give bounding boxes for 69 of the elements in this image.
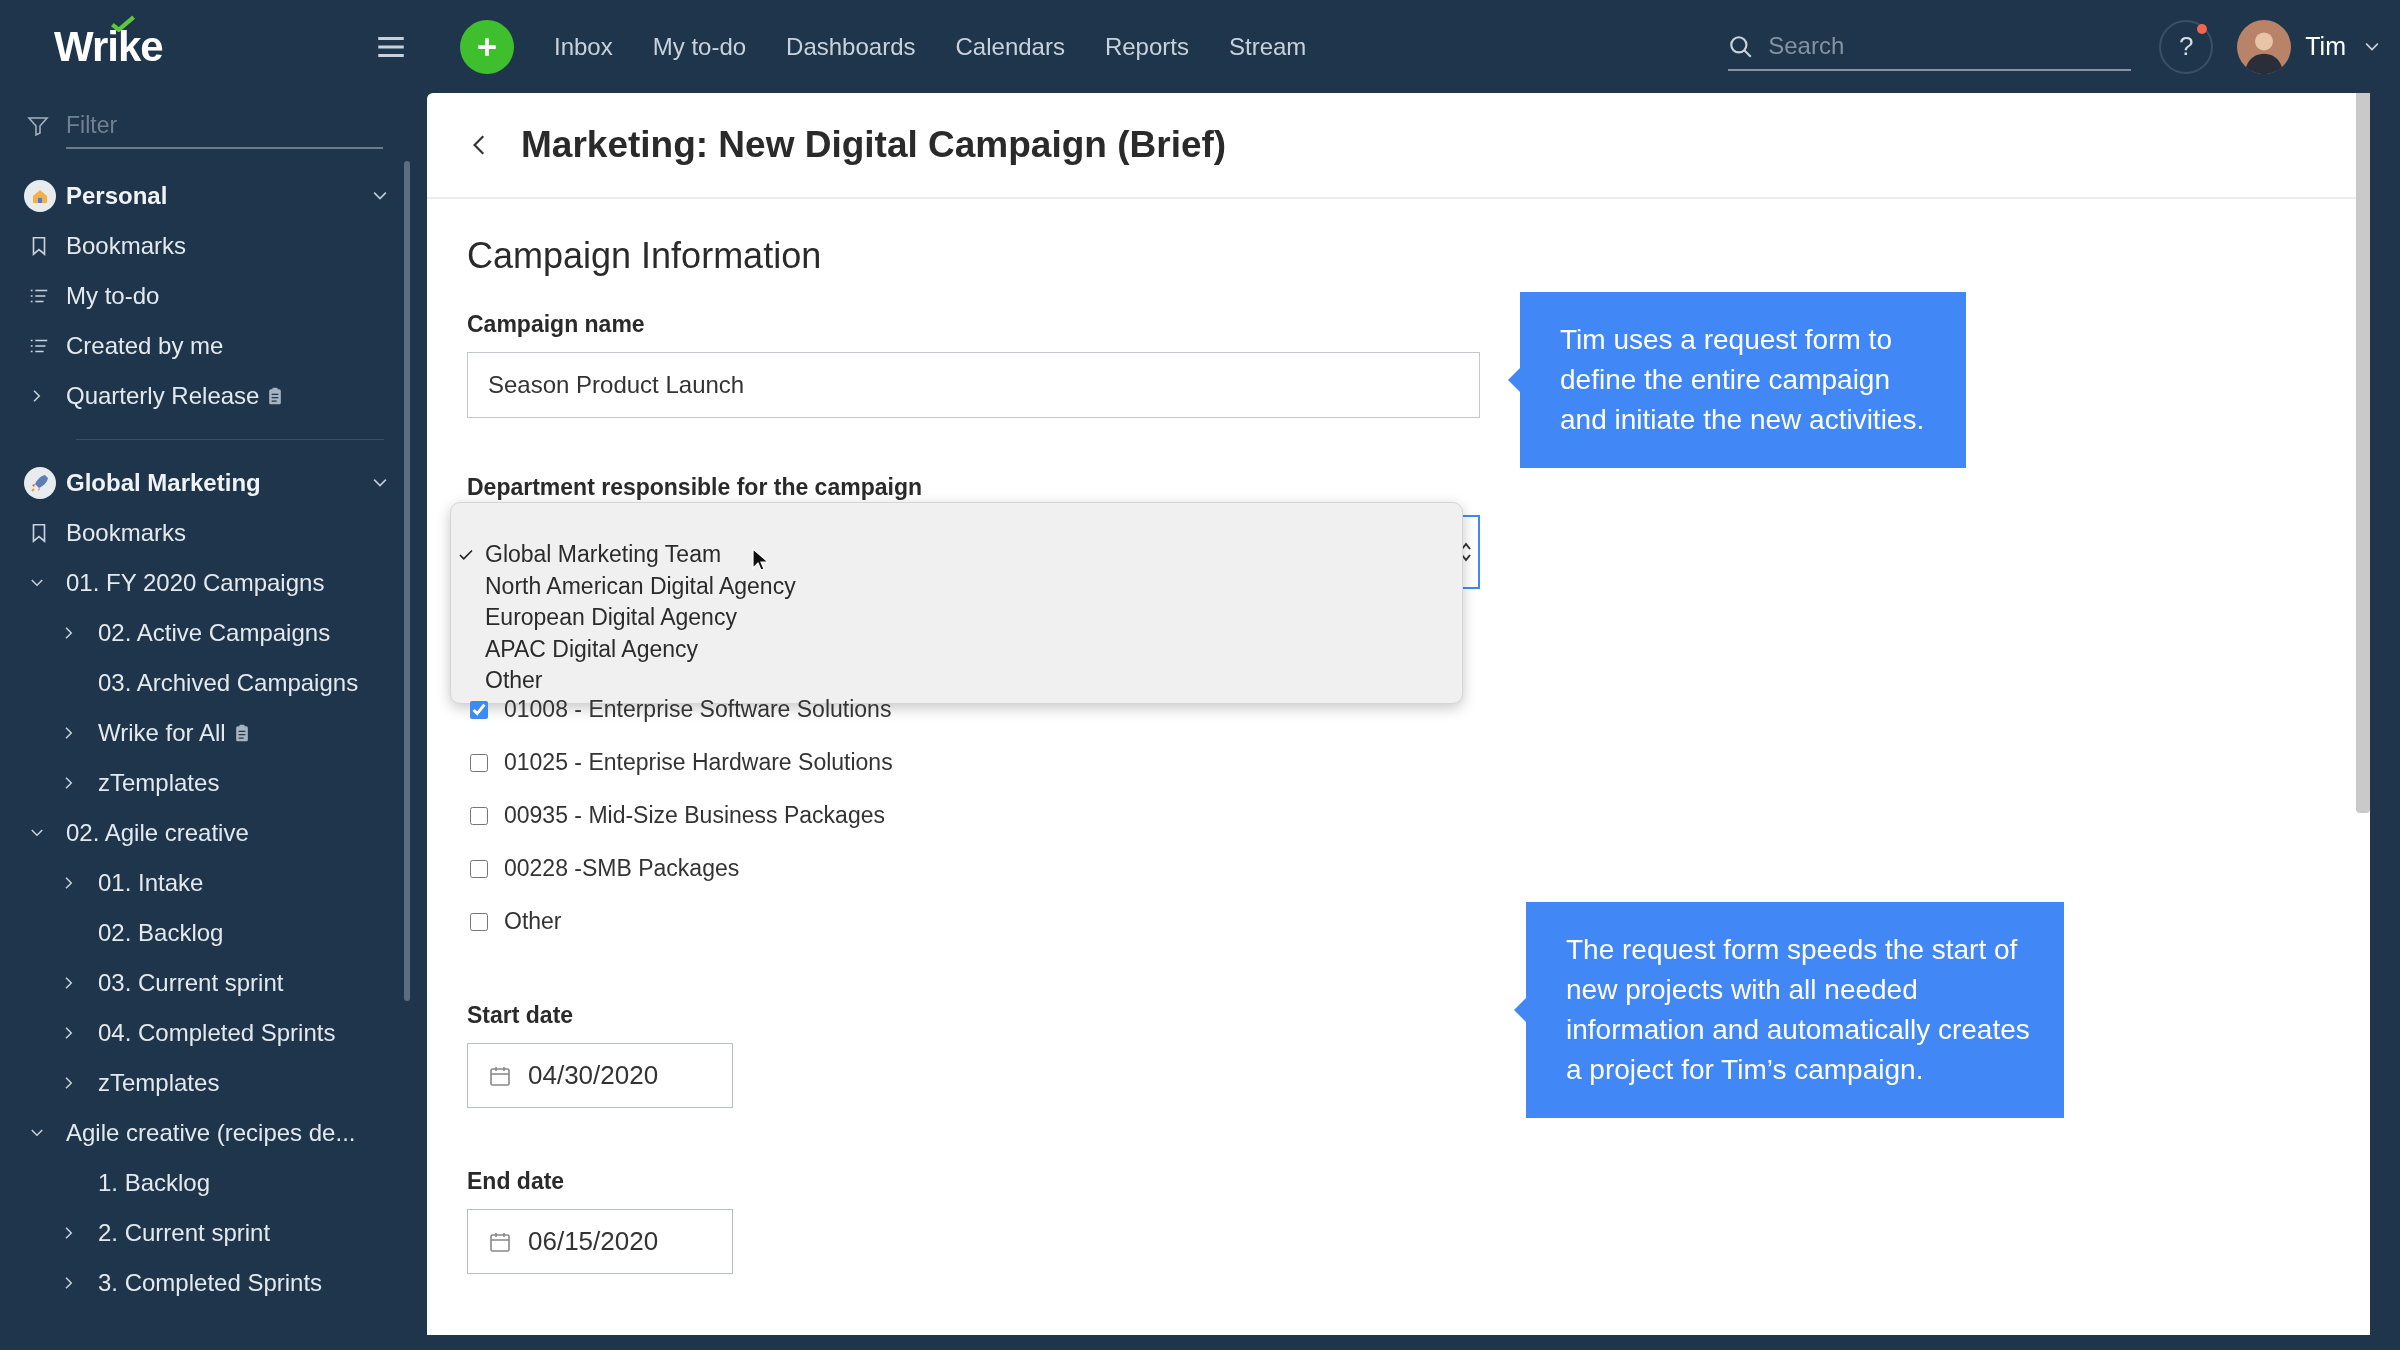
page-title: Marketing: New Digital Campaign (Brief) <box>521 124 1227 166</box>
dropdown-option[interactable]: Other <box>451 665 1462 697</box>
checkbox[interactable] <box>470 912 488 931</box>
checkbox[interactable] <box>470 700 488 719</box>
filter-icon <box>26 114 50 138</box>
dropdown-option[interactable]: European Digital Agency <box>451 602 1462 634</box>
dropdown-option[interactable]: Global Marketing Team <box>451 539 1462 571</box>
checkbox-label: 00228 -SMB Packages <box>504 855 740 882</box>
field-label: Department responsible for the campaign <box>467 474 923 501</box>
help-button[interactable]: ? <box>2159 19 2214 74</box>
avatar[interactable] <box>2237 19 2292 74</box>
nav-link[interactable]: Dashboards <box>786 32 916 61</box>
checkmark-icon <box>110 14 136 32</box>
sidebar-item[interactable]: Created by me <box>0 321 398 371</box>
nav-link[interactable]: Reports <box>1104 32 1189 61</box>
dropdown-option[interactable]: North American Digital Agency <box>451 570 1462 602</box>
nav-link[interactable]: Stream <box>1228 32 1307 61</box>
nav-link[interactable]: Calendars <box>955 32 1065 61</box>
checkbox-label: 00935 - Mid-Size Business Packages <box>504 802 885 829</box>
sidebar-item[interactable]: Agile creative (recipes de... <box>0 1108 398 1158</box>
checkbox[interactable] <box>470 806 488 825</box>
sidebar-item[interactable]: 1. Backlog <box>0 1158 398 1208</box>
checkbox[interactable] <box>470 753 488 772</box>
sidebar-item[interactable]: My to-do <box>0 271 398 321</box>
checkbox-label: 01008 - Enterprise Software Solutions <box>504 696 892 723</box>
scrollbar-thumb[interactable] <box>2356 93 2370 813</box>
sidebar-item[interactable]: 03. Archived Campaigns <box>0 658 398 708</box>
logo[interactable]: Wrike <box>54 22 163 70</box>
scrollbar-thumb[interactable] <box>404 161 410 1001</box>
sidebar-item[interactable]: 2. Current sprint <box>0 1208 398 1258</box>
callout: The request form speeds the start of new projects with all needed information and automatically creates a project for Tim’s campaign. <box>1514 902 2064 1118</box>
date-field[interactable]: 04/30/2020 <box>467 1043 733 1108</box>
rocket-icon <box>24 467 56 499</box>
sidebar-item[interactable]: 02. Backlog <box>0 908 398 958</box>
search-field[interactable]: Search <box>1728 22 2132 71</box>
input-field[interactable]: Season Product Launch <box>467 352 1480 418</box>
sidebar-item[interactable]: Quarterly Release <box>0 371 398 421</box>
sidebar-item[interactable]: Bookmarks <box>0 221 398 271</box>
house-icon <box>24 180 56 212</box>
field-label: End date <box>467 1168 566 1195</box>
section-header[interactable]: Global Marketing <box>0 458 398 508</box>
dropdown-option[interactable]: APAC Digital Agency <box>451 633 1462 665</box>
sidebar-item[interactable]: 02. Agile creative <box>0 808 398 858</box>
cursor-icon <box>752 548 768 572</box>
sidebar-item[interactable]: 3. Completed Sprints <box>0 1258 398 1308</box>
sidebar-item[interactable]: 04. Completed Sprints <box>0 1008 398 1058</box>
section-header[interactable]: Personal <box>0 171 398 221</box>
section-heading: Campaign Information <box>467 235 823 277</box>
sidebar-item[interactable]: zTemplates <box>0 758 398 808</box>
checkbox[interactable] <box>470 859 488 878</box>
sidebar-item[interactable]: Bookmarks <box>0 508 398 558</box>
nav-link[interactable]: Inbox <box>554 32 613 61</box>
field-label: Start date <box>467 1002 575 1029</box>
date-field[interactable]: 06/15/2020 <box>467 1209 733 1274</box>
sidebar-item[interactable]: 01. FY 2020 Campaigns <box>0 558 398 608</box>
nav-link[interactable]: My to-do <box>652 32 747 61</box>
sidebar-item[interactable]: 03. Current sprint <box>0 958 398 1008</box>
field-label: Campaign name <box>467 311 646 338</box>
up-down-arrows-icon <box>1460 540 1472 564</box>
sidebar-item[interactable]: 01. Intake <box>0 858 398 908</box>
sidebar-item[interactable]: Wrike for All <box>0 708 398 758</box>
sidebar-item[interactable]: zTemplates <box>0 1058 398 1108</box>
add-button[interactable] <box>460 19 514 74</box>
checkbox-label: Other <box>504 908 562 935</box>
callout: Tim uses a request form to define the entire campaign and initiate the new activities. <box>1508 292 1966 468</box>
sidebar-item[interactable]: 02. Active Campaigns <box>0 608 398 658</box>
filter-field[interactable]: Filter <box>66 103 383 149</box>
checkbox-label: 01025 - Enteprise Hardware Solutions <box>504 749 893 776</box>
user-name[interactable]: Tim <box>2305 32 2346 61</box>
